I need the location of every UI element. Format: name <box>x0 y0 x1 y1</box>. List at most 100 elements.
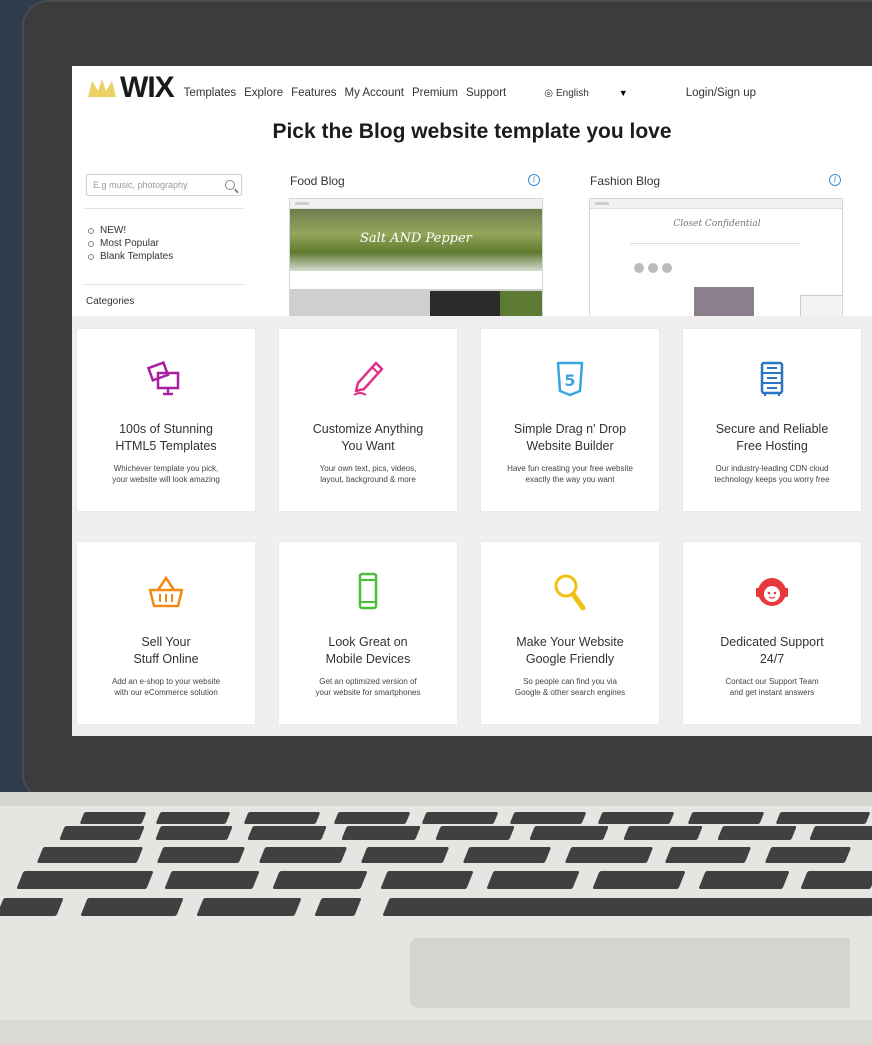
filter-blank-templates[interactable]: Blank Templates <box>88 250 173 263</box>
radio-icon <box>88 240 94 247</box>
feature-description: Add an e-shop to your website with our eC… <box>111 677 221 697</box>
key <box>247 826 327 840</box>
key <box>314 898 362 916</box>
feature-title: Customize Anything You Want <box>312 422 424 453</box>
nav-premium[interactable]: Premium <box>412 87 458 99</box>
key <box>664 847 752 863</box>
feature-title: Look Great on Mobile Devices <box>325 635 411 666</box>
food-thumb-green <box>500 291 542 317</box>
feature-card-mobile: Look Great on Mobile Devices Get an optim… <box>279 542 457 724</box>
key <box>164 871 260 889</box>
food-thumb-dark <box>430 291 500 317</box>
support-agent-icon <box>752 572 792 612</box>
fashion-preview-title: Closet Confidential <box>673 219 761 229</box>
feature-card-drag-drop: 5 Simple Drag n' Drop Website Builder Hav… <box>481 329 659 511</box>
logo-text: WIX <box>120 71 175 104</box>
key <box>564 847 654 863</box>
feature-card-hosting: Secure and Reliable Free Hosting Our indu… <box>683 329 861 511</box>
feature-title: Simple Drag n' Drop Website Builder <box>513 422 627 453</box>
nav-my-account[interactable]: My Account <box>344 87 403 99</box>
fashion-dot <box>662 263 672 273</box>
nav-support[interactable]: Support <box>466 87 506 99</box>
food-preview-title: Salt AND Pepper <box>360 231 472 246</box>
nav-features[interactable]: Features <box>291 87 336 99</box>
template-preview-food-blog[interactable]: Salt AND Pepper <box>289 198 543 318</box>
sidebar-divider <box>84 208 244 209</box>
key <box>421 812 499 824</box>
login-signup-link[interactable]: Login/Sign up <box>686 87 756 99</box>
key <box>0 898 64 916</box>
nav-explore[interactable]: Explore <box>244 87 283 99</box>
key <box>80 898 184 916</box>
laptop-front-edge <box>0 1020 872 1045</box>
fashion-popup <box>800 295 842 317</box>
template-preview-fashion-blog[interactable]: Closet Confidential <box>589 198 843 318</box>
feature-description: Whichever template you pick, your website… <box>112 464 220 484</box>
caret-down-icon[interactable]: ▼ <box>619 88 628 98</box>
key <box>59 826 145 840</box>
pencil-icon <box>348 359 388 399</box>
key <box>243 812 321 824</box>
feature-description: Get an optimized version of your website … <box>315 677 421 697</box>
key <box>435 826 515 840</box>
key <box>592 871 686 889</box>
search-placeholder: E.g music, photography <box>93 180 188 190</box>
feature-title: Secure and Reliable Free Hosting <box>715 422 829 453</box>
page-title: Pick the Blog website template you love <box>272 120 672 143</box>
filter-list: NEW! Most Popular Blank Templates <box>88 224 173 263</box>
key <box>16 871 154 889</box>
server-icon <box>752 359 792 399</box>
globe-icon: ◎ <box>544 87 553 99</box>
key <box>486 871 580 889</box>
feature-description: Have fun creating your free website exact… <box>507 464 633 484</box>
feature-title: Dedicated Support 24/7 <box>720 635 824 666</box>
info-icon[interactable]: i <box>829 174 841 186</box>
browser-bar <box>590 199 842 209</box>
wix-logo[interactable]: WIX <box>86 71 175 105</box>
site-header: WIX Templates Explore Features My Accoun… <box>72 66 872 110</box>
fashion-dot <box>648 263 658 273</box>
main-nav: Templates Explore Features My Account Pr… <box>184 87 507 99</box>
language-label: English <box>555 87 589 99</box>
filter-most-popular[interactable]: Most Popular <box>88 237 173 250</box>
feature-description: So people can find you via Google & other… <box>514 677 626 697</box>
templates-icon <box>146 359 186 399</box>
feature-title: Make Your Website Google Friendly <box>516 635 624 666</box>
nav-templates[interactable]: Templates <box>184 87 236 99</box>
key <box>155 826 233 840</box>
key <box>800 871 872 889</box>
info-icon[interactable]: i <box>528 174 540 186</box>
feature-card-seo: Make Your Website Google Friendly So peop… <box>481 542 659 724</box>
spacebar <box>382 898 872 916</box>
search-icon[interactable] <box>225 180 235 190</box>
laptop-hinge <box>0 792 872 806</box>
template-name-food-blog[interactable]: Food Blog <box>290 174 345 188</box>
feature-description: Contact our Support Team and get instant … <box>725 677 819 697</box>
key <box>509 812 587 824</box>
key <box>597 812 675 824</box>
template-search-input[interactable]: E.g music, photography <box>86 174 242 196</box>
key <box>717 826 797 840</box>
fashion-rule <box>630 243 800 244</box>
wix-crown-icon <box>86 77 118 99</box>
feature-card-support: Dedicated Support 24/7 Contact our Suppor… <box>683 542 861 724</box>
feature-title: Sell Your Stuff Online <box>133 635 199 666</box>
radio-icon <box>88 253 94 260</box>
template-name-fashion-blog[interactable]: Fashion Blog <box>590 174 660 188</box>
key <box>360 847 450 863</box>
key <box>623 826 703 840</box>
svg-text:5: 5 <box>564 371 575 390</box>
html5-icon: 5 <box>550 359 590 399</box>
language-selector[interactable]: ◎ English <box>544 88 589 99</box>
feature-card-customize: Customize Anything You Want Your own text… <box>279 329 457 511</box>
key <box>155 812 231 824</box>
key <box>462 847 552 863</box>
key <box>79 812 147 824</box>
mobile-icon <box>348 572 388 612</box>
key <box>775 812 871 824</box>
key <box>698 871 790 889</box>
sidebar-divider <box>84 284 244 285</box>
key <box>258 847 348 863</box>
basket-icon <box>146 572 186 612</box>
filter-new[interactable]: NEW! <box>88 224 173 237</box>
